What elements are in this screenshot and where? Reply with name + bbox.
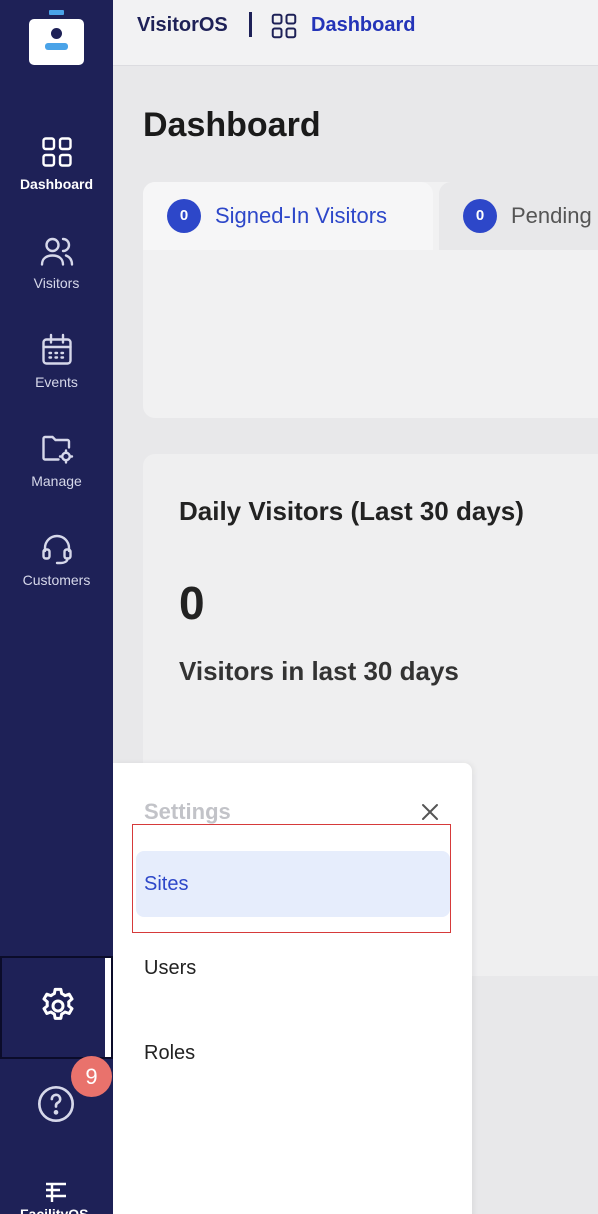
folder-gear-icon xyxy=(41,435,73,464)
calendar-icon xyxy=(41,333,72,365)
close-icon[interactable] xyxy=(420,802,440,822)
tab-pending[interactable]: 0 Pending xyxy=(439,182,598,250)
sidebar-item-label: Manage xyxy=(31,473,82,489)
breadcrumb-current[interactable]: Dashboard xyxy=(311,14,415,37)
grid-icon xyxy=(41,137,72,167)
tab-count-badge: 0 xyxy=(463,199,497,233)
breadcrumb-divider xyxy=(249,12,252,37)
app-logo[interactable] xyxy=(29,10,84,65)
facility-logo-icon xyxy=(46,1182,66,1202)
sidebar-item-customers[interactable]: Customers xyxy=(0,530,113,610)
daily-visitors-count: 0 xyxy=(179,577,205,629)
tab-signed-in-visitors[interactable]: 0 Signed-In Visitors xyxy=(143,182,433,250)
brand-name: FacilityOS xyxy=(20,1206,89,1214)
gear-icon xyxy=(42,987,74,1020)
settings-item-sites[interactable]: Sites xyxy=(136,851,450,917)
settings-flyout-title: Settings xyxy=(144,799,231,824)
page-title: Dashboard xyxy=(143,106,321,144)
sidebar-item-visitors[interactable]: Visitors xyxy=(0,233,113,313)
sidebar-item-manage[interactable]: Manage xyxy=(0,431,113,511)
settings-button[interactable] xyxy=(0,956,113,1059)
daily-visitors-title: Daily Visitors (Last 30 days) xyxy=(179,496,524,526)
users-icon xyxy=(40,237,73,266)
settings-item-label: Sites xyxy=(144,873,189,895)
settings-item-roles[interactable]: Roles xyxy=(136,1020,450,1086)
help-button[interactable] xyxy=(36,1084,76,1129)
sidebar-item-events[interactable]: Events xyxy=(0,332,113,412)
sidebar-item-dashboard[interactable]: Dashboard xyxy=(0,134,113,214)
help-icon xyxy=(38,1086,74,1122)
sidebar-item-label: Customers xyxy=(22,572,91,588)
top-bar: VisitorOS Dashboard xyxy=(113,0,598,66)
headset-icon xyxy=(41,534,72,565)
app-name: VisitorOS xyxy=(137,14,228,36)
tab-count-badge: 0 xyxy=(167,199,201,233)
notification-badge[interactable]: 9 xyxy=(71,1056,112,1097)
tab-label: Signed-In Visitors xyxy=(215,203,388,228)
daily-visitors-subtitle: Visitors in last 30 days xyxy=(179,656,459,686)
settings-item-users[interactable]: Users xyxy=(136,935,450,1001)
sidebar-item-label: Dashboard xyxy=(19,176,94,192)
grid-icon xyxy=(271,13,297,39)
settings-item-label: Users xyxy=(144,957,197,979)
sidebar: Dashboard Visitors Events Manage Custome… xyxy=(0,0,113,1214)
tab-label: Pending xyxy=(511,203,592,228)
sidebar-item-label: Events xyxy=(35,374,78,390)
settings-item-label: Roles xyxy=(144,1042,196,1064)
sidebar-item-label: Visitors xyxy=(33,275,80,291)
